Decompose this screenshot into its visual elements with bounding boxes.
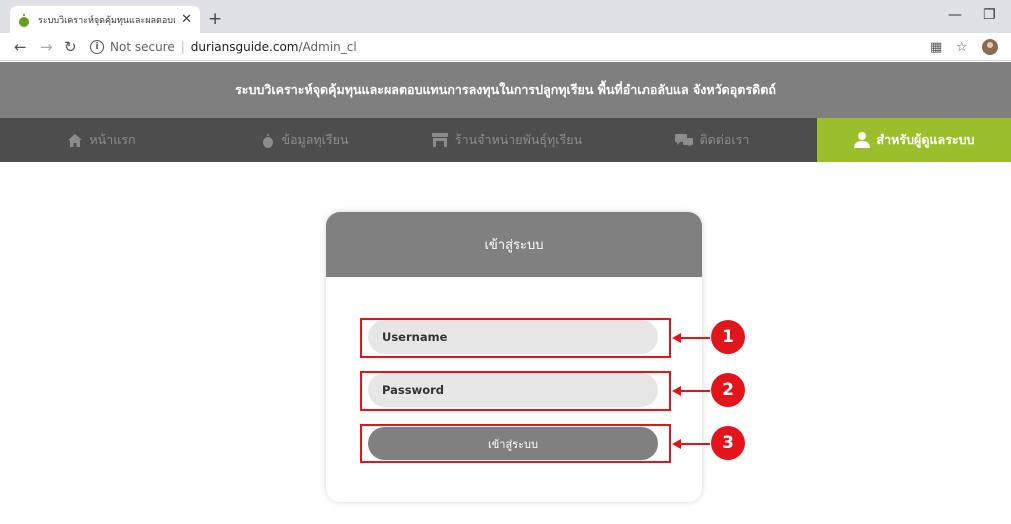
arrow-line-1 bbox=[680, 337, 710, 339]
arrow-line-2 bbox=[680, 390, 710, 392]
nav-label-home: หน้าแรก bbox=[89, 132, 136, 147]
minimize-icon[interactable]: — bbox=[948, 7, 962, 23]
admin-user-icon bbox=[853, 132, 870, 148]
tab-title: ระบบวิเคราะห์จุดคุ้มทุนและผลตอบแทนก bbox=[38, 15, 175, 26]
new-tab-button[interactable]: + bbox=[208, 9, 222, 29]
profile-avatar-icon[interactable] bbox=[982, 39, 998, 55]
site-nav: หน้าแรก ข้อมูลทุเรียน ร้านจำหน่ายพันธุ์ท… bbox=[0, 118, 1011, 162]
url-separator: | bbox=[180, 40, 185, 54]
chat-icon bbox=[674, 133, 693, 147]
nav-item-shops[interactable]: ร้านจำหน่ายพันธุ์ทุเรียน bbox=[407, 118, 607, 162]
durian-favicon-icon bbox=[19, 12, 29, 27]
highlight-box-username bbox=[360, 318, 671, 358]
site-banner: ระบบวิเคราะห์จุดคุ้มทุนและผลตอบแทนการลงท… bbox=[0, 62, 1011, 118]
url-path: /Admin_cl bbox=[298, 40, 357, 54]
shop-icon bbox=[431, 133, 448, 147]
nav-item-contact[interactable]: ติดต่อเรา bbox=[607, 118, 817, 162]
step-badge-1: 1 bbox=[711, 320, 745, 354]
arrow-line-3 bbox=[680, 443, 710, 445]
nav-label-contact: ติดต่อเรา bbox=[699, 132, 750, 147]
site-title: ระบบวิเคราะห์จุดคุ้มทุนและผลตอบแทนการลงท… bbox=[235, 82, 776, 97]
login-card-title: เข้าสู่ระบบ bbox=[326, 212, 702, 277]
arrowhead-1 bbox=[672, 333, 681, 343]
highlight-box-login bbox=[360, 424, 671, 463]
browser-tab[interactable]: ระบบวิเคราะห์จุดคุ้มทุนและผลตอบแทนก ✕ bbox=[10, 6, 200, 33]
restore-icon[interactable]: ❐ bbox=[983, 7, 996, 23]
url-field[interactable]: i Not secure | duriansguide.com/Admin_cl bbox=[90, 37, 920, 57]
arrowhead-3 bbox=[672, 439, 681, 449]
nav-label-shops: ร้านจำหน่ายพันธุ์ทุเรียน bbox=[454, 132, 583, 147]
bookmark-star-icon[interactable]: ☆ bbox=[956, 40, 968, 55]
translate-icon[interactable]: ▦ bbox=[930, 40, 942, 55]
close-tab-icon[interactable]: ✕ bbox=[181, 12, 192, 27]
reload-icon[interactable]: ↻ bbox=[64, 38, 77, 56]
nav-item-durian-info[interactable]: ข้อมูลทุเรียน bbox=[204, 118, 407, 162]
nav-item-home[interactable]: หน้าแรก bbox=[0, 118, 204, 162]
address-bar: ← → ↻ i Not secure | duriansguide.com/Ad… bbox=[0, 33, 1011, 61]
forward-icon[interactable]: → bbox=[40, 38, 53, 56]
nav-label-durian-info: ข้อมูลทุเรียน bbox=[281, 132, 349, 147]
back-icon[interactable]: ← bbox=[14, 38, 27, 56]
info-icon[interactable]: i bbox=[90, 40, 104, 54]
not-secure-label: Not secure bbox=[110, 40, 175, 54]
highlight-box-password bbox=[360, 371, 671, 411]
arrowhead-2 bbox=[672, 386, 681, 396]
step-badge-3: 3 bbox=[711, 426, 745, 460]
home-icon bbox=[68, 133, 83, 147]
nav-label-admin: สำหรับผู้ดูแลระบบ bbox=[876, 132, 975, 147]
nav-item-admin[interactable]: สำหรับผู้ดูแลระบบ bbox=[817, 118, 1011, 162]
step-badge-2: 2 bbox=[711, 373, 745, 407]
url-host: duriansguide.com bbox=[190, 40, 299, 54]
browser-tab-bar: ระบบวิเคราะห์จุดคุ้มทุนและผลตอบแทนก ✕ + … bbox=[0, 0, 1011, 33]
durian-icon bbox=[262, 132, 274, 148]
